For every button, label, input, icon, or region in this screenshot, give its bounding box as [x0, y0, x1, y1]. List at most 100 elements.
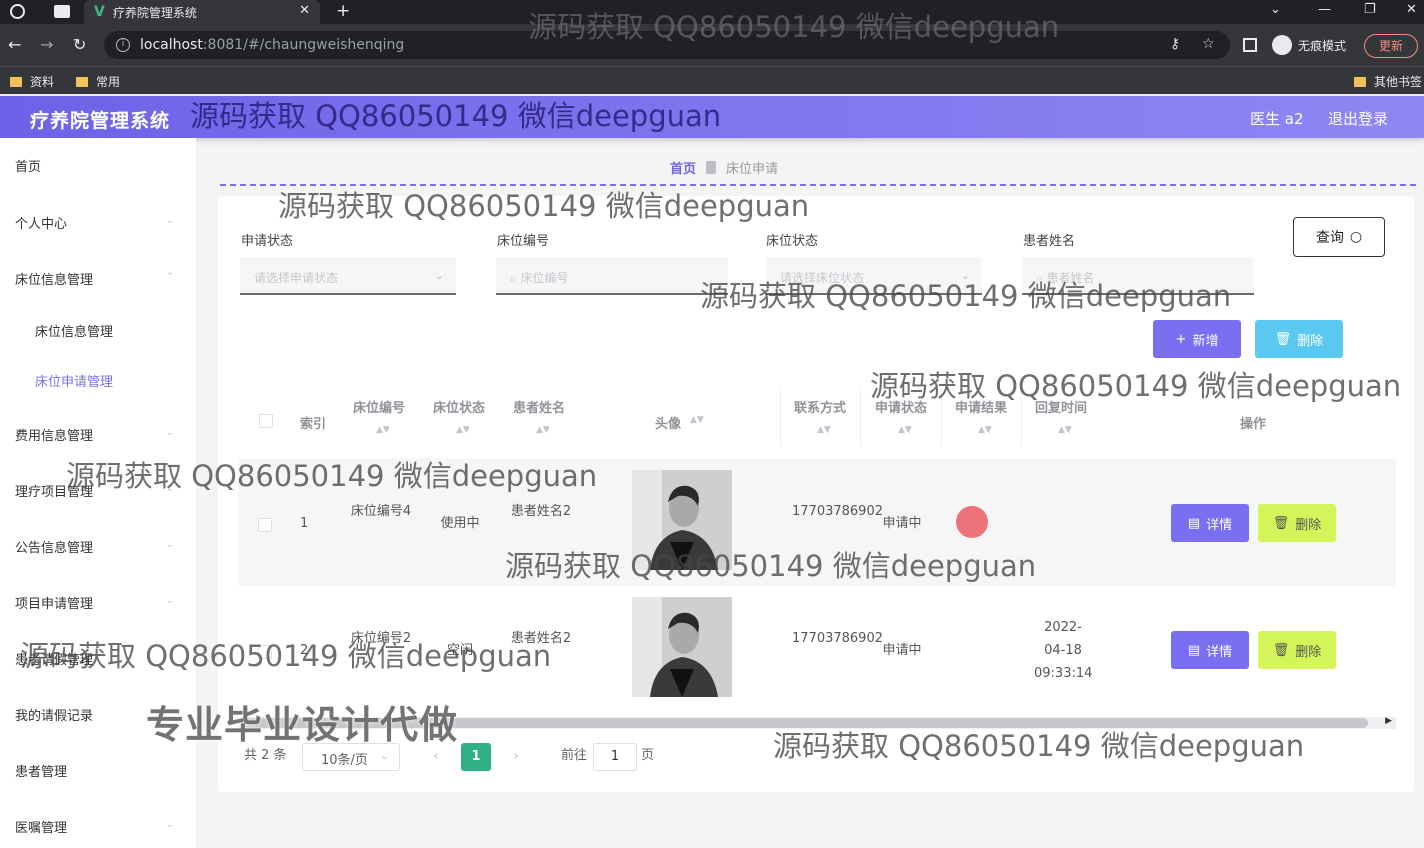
column-header-avatar[interactable]: 头像 — [655, 413, 681, 432]
browser-tab[interactable]: V 疗养院管理系统 ✕ — [84, 0, 320, 24]
trash-icon: 🗑 — [1272, 515, 1290, 531]
cell-patient: 患者姓名2 — [510, 504, 572, 519]
add-button[interactable]: + 新增 — [1153, 320, 1241, 358]
sidebar-item-project-apply[interactable]: 项目申请管理 — [15, 593, 93, 612]
watermark-banner: 专业毕业设计代做 — [146, 703, 459, 747]
column-header-contact[interactable]: 联系方式 — [794, 397, 846, 416]
sort-icon[interactable]: ▲▼ — [1058, 425, 1072, 435]
cell-apply-status: 申请中 — [882, 516, 922, 531]
sidebar-item-patients[interactable]: 患者管理 — [15, 761, 67, 780]
tab-list-icon[interactable]: ⌄ — [1270, 2, 1281, 17]
query-button[interactable]: 查询 ○ — [1293, 217, 1385, 257]
bookmark-folder-other[interactable]: 其他书签 — [1354, 73, 1422, 90]
column-header-patient[interactable]: 患者姓名 — [513, 397, 565, 416]
sort-icon[interactable]: ▲▼ — [978, 425, 992, 435]
incognito-icon — [1272, 35, 1292, 55]
bookmarks-bar: 资料 常用 其他书签 — [0, 66, 1424, 94]
chevron-up-icon: ⌃ — [166, 272, 174, 282]
incognito-label: 无痕模式 — [1298, 38, 1347, 53]
select-all-checkbox[interactable] — [259, 414, 273, 428]
next-page-button[interactable]: › — [501, 743, 531, 771]
forward-icon[interactable]: → — [40, 35, 53, 54]
incognito-indicator[interactable]: 无痕模式 — [1272, 35, 1346, 55]
update-button[interactable]: 更新 — [1364, 34, 1418, 58]
watermark-text: 源码获取 QQ86050149 微信deepguan — [870, 369, 1402, 403]
breadcrumb-current: 床位申请 — [726, 162, 779, 177]
sort-icon[interactable]: ▲▼ — [898, 425, 912, 435]
browser-menu-icon[interactable] — [10, 4, 25, 19]
url-path: :8081/#/chaungweishenqing — [202, 37, 405, 53]
sidebar-toggle-icon[interactable] — [1243, 38, 1257, 52]
row-delete-button[interactable]: 🗑 删除 — [1258, 631, 1336, 669]
goto-page-input[interactable]: 1 — [593, 743, 637, 771]
cell-contact: 17703786902 — [792, 504, 883, 519]
detail-button[interactable]: ▤ 详情 — [1171, 631, 1249, 669]
bookmark-folder-changyong[interactable]: 常用 — [76, 73, 120, 90]
column-header-bed-status[interactable]: 床位状态 — [433, 397, 485, 416]
document-icon: ▤ — [1187, 642, 1201, 658]
detail-button[interactable]: ▤ 详情 — [1171, 504, 1249, 542]
filter-status-select[interactable]: 请选择申请状态 ⌄ — [240, 257, 456, 295]
chevron-down-icon: ⌄ — [434, 269, 444, 282]
sidebar-item-my-leave[interactable]: 我的请假记录 — [15, 705, 93, 724]
cell-index: 1 — [300, 516, 309, 531]
detail-button-label: 详情 — [1206, 517, 1233, 533]
sidebar-item-home[interactable]: 首页 — [15, 156, 41, 175]
sidebar-item-bed-info[interactable]: 床位信息管理 — [15, 269, 93, 288]
sidebar-item-profile[interactable]: 个人中心 — [15, 213, 67, 232]
reload-icon[interactable]: ↻ — [73, 35, 86, 54]
filter-bed-no-input[interactable]: ⌕ 床位编号 — [496, 257, 728, 295]
column-divider — [860, 390, 861, 446]
chevron-down-icon: ⌄ — [166, 540, 174, 550]
sidebar-item-orders[interactable]: 医嘱管理 — [15, 817, 67, 836]
filter-status-placeholder: 请选择申请状态 — [254, 271, 339, 285]
filter-patient-label: 患者姓名 — [1023, 234, 1076, 249]
sidebar-item-notice[interactable]: 公告信息管理 — [15, 537, 93, 556]
search-icon: ⌕ — [510, 271, 521, 285]
delete-button-label: 删除 — [1295, 644, 1322, 660]
key-icon[interactable]: ⚷ — [1170, 36, 1180, 52]
folder-icon — [10, 76, 22, 87]
site-info-icon[interactable]: i — [116, 38, 130, 52]
current-user: 医生 a2 — [1250, 110, 1304, 128]
filter-bed-status-label: 床位状态 — [766, 234, 819, 249]
avatar-portrait — [632, 597, 732, 697]
chevron-down-icon: ⌄ — [379, 749, 389, 762]
logout-link[interactable]: 退出登录 — [1328, 108, 1388, 129]
delete-button-label: 删除 — [1295, 517, 1322, 533]
sort-icon[interactable]: ▲▼ — [690, 415, 704, 425]
tab-search-icon[interactable] — [54, 5, 70, 18]
page-number-current[interactable]: 1 — [461, 743, 491, 771]
row-checkbox[interactable] — [258, 518, 272, 532]
page-size-value: 10条/页 — [321, 753, 368, 768]
sort-icon[interactable]: ▲▼ — [376, 425, 390, 435]
breadcrumb-home[interactable]: 首页 — [670, 158, 696, 177]
row-delete-button[interactable]: 🗑 删除 — [1258, 504, 1336, 542]
query-button-label: 查询 — [1315, 230, 1344, 246]
goto-label: 前往 — [561, 748, 588, 763]
sidebar-item-fee[interactable]: 费用信息管理 — [15, 425, 93, 444]
cell-bed-no: 床位编号4 — [350, 504, 412, 519]
sort-icon[interactable]: ▲▼ — [456, 425, 470, 435]
breadcrumb: 首页 床位申请 — [670, 158, 778, 177]
sidebar-subitem-bed-apply[interactable]: 床位申请管理 — [35, 371, 113, 390]
scroll-right-icon[interactable]: ▶ — [1385, 716, 1392, 726]
new-tab-icon[interactable]: + — [336, 1, 350, 21]
bookmark-folder-ziliao[interactable]: 资料 — [10, 73, 54, 90]
sidebar-subitem-bed-info[interactable]: 床位信息管理 — [35, 321, 113, 340]
batch-delete-button[interactable]: 🗑 删除 — [1255, 320, 1343, 358]
column-divider — [780, 390, 781, 446]
column-header-bed-no[interactable]: 床位编号 — [353, 397, 405, 416]
page-unit-label: 页 — [641, 748, 655, 763]
minimize-icon[interactable]: — — [1318, 2, 1331, 17]
filter-status-label: 申请状态 — [241, 234, 294, 249]
trash-icon: 🗑 — [1272, 642, 1290, 658]
star-icon[interactable]: ☆ — [1202, 36, 1215, 52]
back-icon[interactable]: ← — [8, 35, 21, 54]
chevron-down-icon: ⌄ — [166, 596, 174, 606]
sort-icon[interactable]: ▲▼ — [817, 425, 831, 435]
restore-icon[interactable]: ❐ — [1364, 2, 1376, 17]
close-window-icon[interactable]: ✕ — [1406, 2, 1417, 17]
close-tab-icon[interactable]: ✕ — [299, 3, 310, 18]
sort-icon[interactable]: ▲▼ — [536, 425, 550, 435]
